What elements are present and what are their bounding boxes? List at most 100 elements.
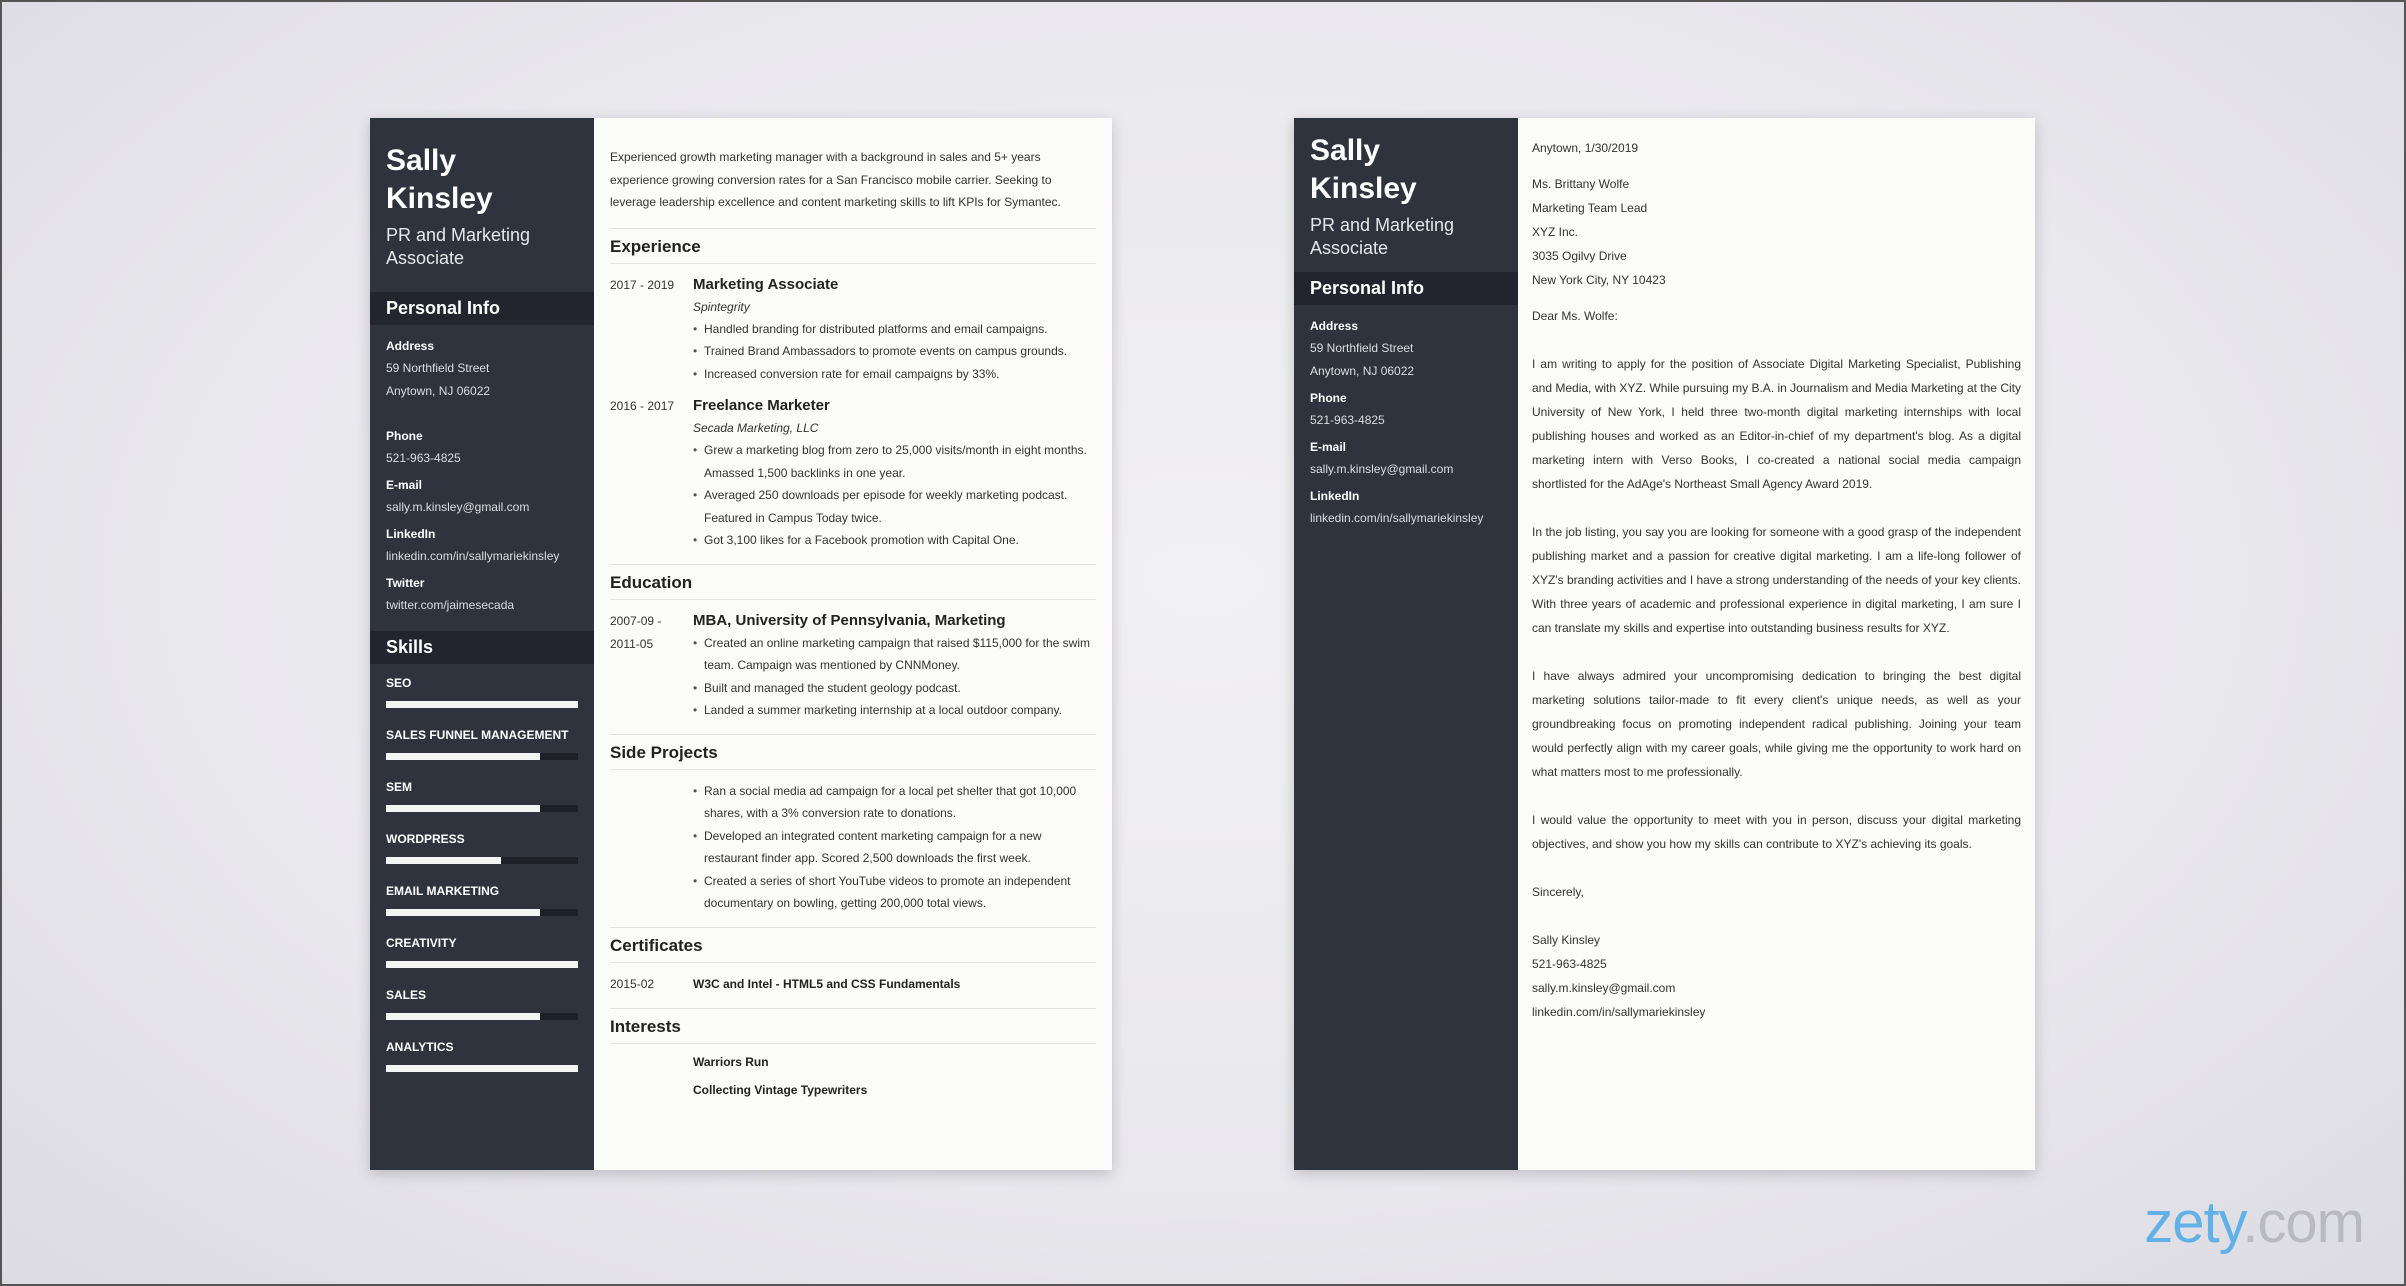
address-line1: 59 Northfield Street — [386, 361, 490, 375]
letter-paragraphs: I am writing to apply for the position o… — [1532, 352, 2021, 856]
skill-level-bar — [386, 857, 578, 864]
letter-body: Anytown, 1/30/2019 Ms. Brittany Wolfe Mar… — [1518, 118, 2035, 1170]
email-label: E-mail — [386, 478, 423, 492]
recipient-line: Ms. Brittany Wolfe — [1532, 177, 1630, 191]
address-line1: 59 Northfield Street — [1310, 341, 1414, 355]
bullet-item: Developed an integrated content marketin… — [693, 825, 1096, 870]
logo-part-com: .com — [2242, 1190, 2365, 1255]
address-group: Address 59 Northfield Street Anytown, NJ… — [1310, 315, 1502, 383]
resume-role: PR and Marketing Associate — [386, 225, 531, 268]
entry-body: Freelance Marketer Secada Marketing, LLC G… — [693, 395, 1096, 552]
skill-level-bar — [386, 701, 578, 708]
resume-sidebar: Sally Kinsley PR and Marketing Associate… — [370, 118, 594, 1170]
linkedin-label: LinkedIn — [386, 527, 436, 541]
recipient-line: Marketing Team Lead — [1532, 201, 1648, 215]
entry-body: W3C and Intel - HTML5 and CSS Fundamenta… — [693, 973, 1096, 996]
skill-name: SALES FUNNEL MANAGEMENT — [386, 728, 569, 742]
skills-heading: Skills — [370, 631, 594, 664]
last-name: Kinsley — [1310, 172, 1417, 205]
recipient-line: New York City, NY 10423 — [1532, 273, 1666, 287]
resume-document: Sally Kinsley PR and Marketing Associate… — [370, 118, 1112, 1170]
linkedin-label: LinkedIn — [1310, 489, 1360, 503]
skill-level-bar — [386, 805, 578, 812]
certificate-item: 2015-02 W3C and Intel - HTML5 and CSS Fun… — [610, 973, 1096, 996]
cover-sidebar: Sally Kinsley PR and Marketing Associate… — [1294, 118, 1518, 1170]
bullet-item: Trained Brand Ambassadors to promote eve… — [693, 340, 1096, 363]
skill-item: SALES — [386, 984, 578, 1020]
skill-name: EMAIL MARKETING — [386, 884, 500, 898]
resume-name: Sally Kinsley — [370, 142, 594, 218]
first-name: Sally — [386, 144, 457, 177]
recipient-block: Ms. Brittany Wolfe Marketing Team Lead XYZ… — [1532, 172, 2021, 292]
address-group: Address 59 Northfield Street Anytown, NJ… — [386, 335, 578, 403]
address-label: Address — [1310, 319, 1359, 333]
certificates-section: Certificates 2015-02 W3C and Intel - HTML… — [610, 928, 1096, 1009]
entry-body: Marketing Associate Spintegrity Handled br… — [693, 274, 1096, 386]
resume-main: Experienced growth marketing manager wit… — [594, 118, 1112, 1170]
skill-level-fill — [386, 701, 578, 708]
entry-bullets: Created an online marketing campaign tha… — [693, 632, 1096, 722]
experience-section: Experience 2017 - 2019 Marketing Associat… — [610, 229, 1096, 565]
signature-block: Sally Kinsley 521-963-4825 sally.m.kinsley… — [1532, 928, 2021, 1024]
entry-title: MBA, University of Pennsylvania, Marketi… — [693, 611, 1006, 629]
skill-item: WORDPRESS — [386, 828, 578, 864]
entry-item: 2016 - 2017 Freelance Marketer Secada Mark… — [610, 395, 1096, 552]
interests-heading: Interests — [610, 1009, 1096, 1044]
entry-body: MBA, University of Pennsylvania, Marketi… — [693, 610, 1096, 722]
phone-label: Phone — [386, 429, 423, 443]
bullet-item: Grew a marketing blog from zero to 25,00… — [693, 439, 1096, 484]
phone-group: Phone 521-963-4825 — [386, 425, 578, 470]
cover-name: Sally Kinsley — [1294, 132, 1518, 208]
address-line2: Anytown, NJ 06022 — [1310, 364, 1415, 378]
signature-line: linkedin.com/in/sallymariekinsley — [1532, 1005, 1706, 1019]
salutation: Dear Ms. Wolfe: — [1532, 309, 1618, 323]
skill-level-fill — [386, 1065, 578, 1072]
bullet-item: Landed a summer marketing internship at … — [693, 699, 1096, 722]
personal-info: Address 59 Northfield Street Anytown, NJ… — [1294, 305, 1518, 530]
skill-level-fill — [386, 909, 540, 916]
skill-name: SEM — [386, 780, 413, 794]
signature-line: Sally Kinsley — [1532, 933, 1601, 947]
entry-date — [610, 1048, 693, 1104]
skill-item: EMAIL MARKETING — [386, 880, 578, 916]
email-group: E-mail sally.m.kinsley@gmail.com — [1310, 436, 1502, 481]
skill-level-bar — [386, 1065, 578, 1072]
skill-item: CREATIVITY — [386, 932, 578, 968]
first-name: Sally — [1310, 134, 1381, 167]
letter-paragraph: In the job listing, you say you are look… — [1532, 525, 2021, 635]
signature-line: sally.m.kinsley@gmail.com — [1532, 981, 1676, 995]
bullet-item: Created a series of short YouTube videos… — [693, 870, 1096, 915]
skill-level-bar — [386, 909, 578, 916]
entry-item: 2007-09 - 2011-05 MBA, University of Penn… — [610, 610, 1096, 722]
twitter-group: Twitter twitter.com/jaimesecada — [386, 572, 578, 617]
entry-item: 2017 - 2019 Marketing Associate Spintegrit… — [610, 274, 1096, 386]
side-projects-heading: Side Projects — [610, 735, 1096, 770]
bullet-item: Got 3,100 likes for a Facebook promotion… — [693, 529, 1096, 552]
recipient-line: 3035 Ogilvy Drive — [1532, 249, 1627, 263]
skill-name: SEO — [386, 676, 412, 690]
skill-level-bar — [386, 753, 578, 760]
interests-entry: Warriors Run Collecting Vintage Typewrite… — [610, 1048, 1096, 1104]
skill-level-fill — [386, 805, 540, 812]
experience-list: 2017 - 2019 Marketing Associate Spintegrit… — [610, 274, 1096, 552]
skill-level-fill — [386, 961, 578, 968]
side-projects-list: Ran a social media ad campaign for a loc… — [693, 780, 1096, 915]
skill-level-bar — [386, 961, 578, 968]
education-list: 2007-09 - 2011-05 MBA, University of Penn… — [610, 610, 1096, 722]
cover-letter-document: Sally Kinsley PR and Marketing Associate… — [1294, 118, 2035, 1170]
entry-organization: Secada Marketing, LLC — [693, 421, 819, 435]
skill-name: ANALYTICS — [386, 1040, 454, 1054]
linkedin-group: LinkedIn linkedin.com/in/sallymariekinsl… — [1310, 485, 1502, 530]
side-projects-section: Side Projects Ran a social media ad camp… — [610, 735, 1096, 928]
side-projects-entry: Ran a social media ad campaign for a loc… — [610, 780, 1096, 915]
skill-name: CREATIVITY — [386, 936, 457, 950]
bullet-item: Created an online marketing campaign tha… — [693, 632, 1096, 677]
education-heading: Education — [610, 565, 1096, 600]
bullet-item: Built and managed the student geology po… — [693, 677, 1096, 700]
entry-date: 2007-09 - 2011-05 — [610, 613, 662, 651]
skill-name: SALES — [386, 988, 427, 1002]
interest-item: Collecting Vintage Typewriters — [693, 1082, 868, 1097]
personal-info-heading: Personal Info — [1294, 272, 1518, 305]
email-group: E-mail sally.m.kinsley@gmail.com — [386, 474, 578, 519]
phone-group: Phone 521-963-4825 — [1310, 387, 1502, 432]
